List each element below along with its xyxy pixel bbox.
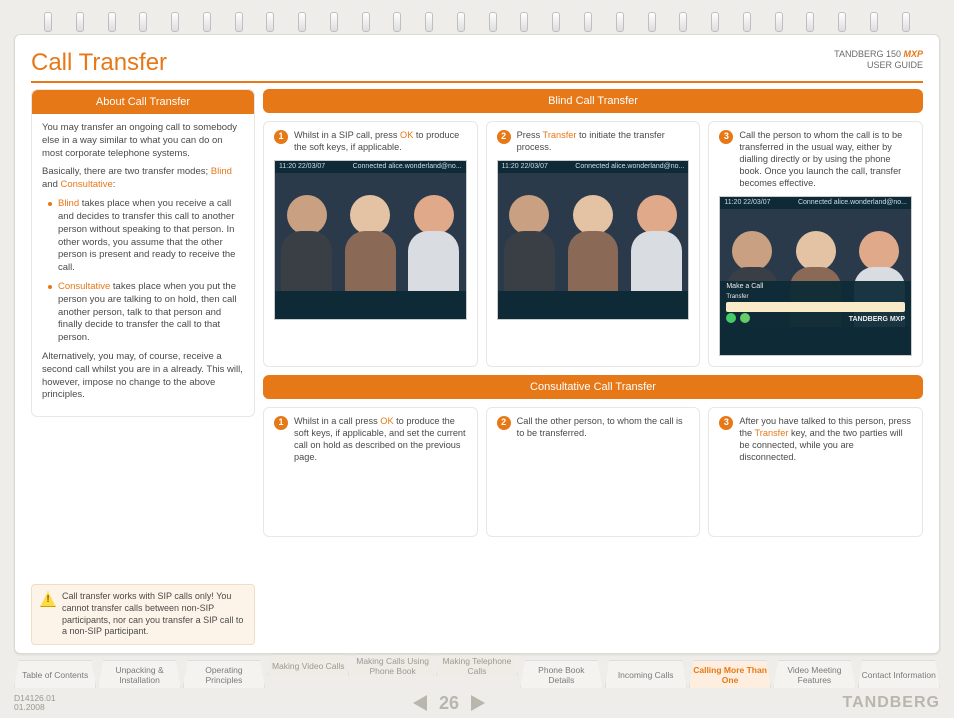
tab-telephone-calls[interactable]: Making Telephone Calls xyxy=(436,654,518,676)
tab-video-meeting[interactable]: Video Meeting Features xyxy=(773,660,855,688)
cons-step2-text: Call the other person, to whom the call … xyxy=(517,416,690,440)
menu-make-call-label: Make a Call xyxy=(720,281,911,292)
doc-info: D14126.01 01.2008 xyxy=(14,694,56,713)
screenshot-make-call: 11:20 22/03/07Connected alice.wonderland… xyxy=(719,196,912,356)
warning-icon xyxy=(40,591,56,607)
tandberg-logo: TANDBERG xyxy=(843,694,940,712)
about-p3: Alternatively, you may, of course, recei… xyxy=(42,351,244,402)
cons-step-3: 3 After you have talked to this person, … xyxy=(708,407,923,537)
about-bullet-consultative: Consultative takes place when you put th… xyxy=(48,281,244,345)
cons-step1-text: Whilst in a call press OK to produce the… xyxy=(294,416,467,464)
dial-input xyxy=(726,302,905,312)
step-number-icon: 1 xyxy=(274,130,288,144)
tab-operating[interactable]: Operating Principles xyxy=(183,660,265,688)
sip-warning: Call transfer works with SIP calls only!… xyxy=(31,584,255,645)
device-brand: TANDBERG MXP xyxy=(849,316,905,323)
about-heading: About Call Transfer xyxy=(32,90,254,114)
tab-phonebook-details[interactable]: Phone Book Details xyxy=(520,660,602,688)
about-bullet-blind: Blind takes place when you receive a cal… xyxy=(48,198,244,275)
blind-step1-text: Whilst in a SIP call, press OK to produc… xyxy=(294,130,467,154)
pager: 26 xyxy=(413,693,485,714)
about-panel: About Call Transfer You may transfer an … xyxy=(31,89,255,417)
tab-phonebook-calls[interactable]: Making Calls Using Phone Book xyxy=(351,654,433,676)
screenshot-transfer: 11:20 22/03/07Connected alice.wonderland… xyxy=(497,160,690,320)
brand-block: TANDBERG 150 MXP USER GUIDE xyxy=(834,49,923,71)
step-number-icon: 2 xyxy=(497,416,511,430)
step-number-icon: 2 xyxy=(497,130,511,144)
brand-subtitle: USER GUIDE xyxy=(867,60,923,70)
cons-step3-text: After you have talked to this person, pr… xyxy=(739,416,912,464)
about-p1: You may transfer an ongoing call to some… xyxy=(42,122,244,160)
consultative-heading: Consultative Call Transfer xyxy=(263,375,923,399)
blind-step-1: 1 Whilst in a SIP call, press OK to prod… xyxy=(263,121,478,367)
next-page-icon[interactable] xyxy=(471,695,485,711)
page-number: 26 xyxy=(439,693,459,714)
tab-unpacking[interactable]: Unpacking & Installation xyxy=(98,660,180,688)
step-number-icon: 1 xyxy=(274,416,288,430)
brand-name: TANDBERG 150 xyxy=(834,49,901,59)
blind-step2-text: Press Transfer to initiate the transfer … xyxy=(517,130,690,154)
prev-page-icon[interactable] xyxy=(413,695,427,711)
spiral-binding xyxy=(14,12,940,34)
step-number-icon: 3 xyxy=(719,416,733,430)
brand-mxp: MXP xyxy=(903,49,923,59)
page-title: Call Transfer xyxy=(31,49,167,77)
blind-step-3: 3 Call the person to whom the call is to… xyxy=(708,121,923,367)
blind-step3-text: Call the person to whom the call is to b… xyxy=(739,130,912,190)
blind-step-2: 2 Press Transfer to initiate the transfe… xyxy=(486,121,701,367)
doc-date: 01.2008 xyxy=(14,703,56,712)
tab-toc[interactable]: Table of Contents xyxy=(14,660,96,688)
screenshot-softkeys: 11:20 22/03/07Connected alice.wonderland… xyxy=(274,160,467,320)
tab-incoming[interactable]: Incoming Calls xyxy=(605,660,687,688)
blind-heading: Blind Call Transfer xyxy=(263,89,923,113)
tab-contact[interactable]: Contact Information xyxy=(858,660,940,688)
tab-calling-more[interactable]: Calling More Than One xyxy=(689,660,771,688)
page-body: Call Transfer TANDBERG 150 MXP USER GUID… xyxy=(14,34,940,654)
cons-step-1: 1 Whilst in a call press OK to produce t… xyxy=(263,407,478,537)
nav-tabs: Table of Contents Unpacking & Installati… xyxy=(14,660,940,688)
tab-video-calls[interactable]: Making Video Calls xyxy=(267,654,349,676)
about-p2: Basically, there are two transfer modes;… xyxy=(42,166,244,192)
cons-step-2: 2 Call the other person, to whom the cal… xyxy=(486,407,701,537)
menu-transfer-label: Transfer xyxy=(720,292,911,302)
warning-text: Call transfer works with SIP calls only!… xyxy=(62,591,246,638)
step-number-icon: 3 xyxy=(719,130,733,144)
